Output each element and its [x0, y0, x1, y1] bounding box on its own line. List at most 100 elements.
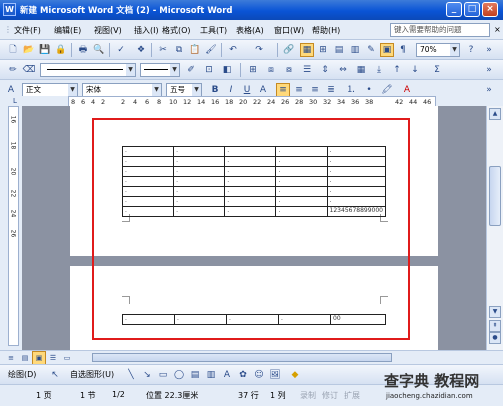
autoshapes-menu[interactable]: 自选图形(U): [70, 369, 114, 380]
align-icon[interactable]: ☰: [300, 63, 314, 77]
wordart-icon[interactable]: A: [220, 368, 234, 382]
line-style-select[interactable]: ▼: [40, 63, 136, 77]
help-icon[interactable]: ?: [464, 43, 478, 57]
hscroll-thumb[interactable]: [92, 353, 392, 362]
document-map-icon[interactable]: ▣: [380, 43, 394, 57]
scroll-thumb[interactable]: [489, 166, 501, 226]
italic-button[interactable]: I: [224, 83, 238, 97]
border-color-icon[interactable]: ✐: [184, 63, 198, 77]
oval-tool-icon[interactable]: ◯: [172, 368, 186, 382]
chevron-down-icon[interactable]: ▼: [126, 64, 135, 76]
menu-help[interactable]: 帮助(H): [312, 25, 340, 36]
cut-icon[interactable]: ✂: [156, 43, 170, 57]
line-tool-icon[interactable]: ╲: [124, 368, 138, 382]
clipart-icon[interactable]: ☺: [252, 368, 266, 382]
print-layout-icon[interactable]: ▣: [32, 351, 46, 365]
chevron-down-icon[interactable]: ▼: [68, 84, 77, 96]
eraser-icon[interactable]: ⌫: [22, 63, 36, 77]
menu-close-doc-icon[interactable]: ×: [494, 25, 501, 34]
browse-object-icon[interactable]: ●: [489, 332, 501, 344]
line-weight-select[interactable]: ▼: [140, 63, 180, 77]
align-center-icon[interactable]: ≡: [292, 83, 306, 97]
zoom-select[interactable]: 70% ▼: [416, 43, 460, 57]
diagram-icon[interactable]: ✿: [236, 368, 250, 382]
permission-icon[interactable]: 🔒: [54, 43, 68, 57]
prev-page-icon[interactable]: ⇞: [489, 320, 501, 332]
bold-button[interactable]: B: [208, 83, 222, 97]
drawing-icon[interactable]: ✎: [364, 43, 378, 57]
status-ext[interactable]: 扩展: [344, 390, 360, 401]
copy-icon[interactable]: ⧉: [172, 43, 186, 57]
menu-view[interactable]: 视图(V): [94, 25, 122, 36]
font-color-icon[interactable]: A: [400, 83, 414, 97]
insert-table-icon-2[interactable]: ⊞: [246, 63, 260, 77]
style-select[interactable]: 正文 ▼: [22, 83, 78, 97]
distribute-rows-icon[interactable]: ⇕: [318, 63, 332, 77]
close-button[interactable]: ×: [482, 2, 498, 17]
menu-table[interactable]: 表格(A): [236, 25, 264, 36]
columns-icon[interactable]: ▥: [348, 43, 362, 57]
rectangle-tool-icon[interactable]: ▭: [156, 368, 170, 382]
merge-cells-icon[interactable]: ⧈: [264, 63, 278, 77]
textbox-tool-icon[interactable]: ▤: [188, 368, 202, 382]
draw-menu[interactable]: 绘图(D): [8, 369, 36, 380]
format-painter-icon[interactable]: 🖌: [204, 43, 218, 57]
insert-excel-icon[interactable]: ▤: [332, 43, 346, 57]
open-icon[interactable]: 📂: [22, 43, 36, 57]
menu-edit[interactable]: 编辑(E): [54, 25, 81, 36]
autosum-icon[interactable]: Σ: [430, 63, 444, 77]
outside-border-icon[interactable]: ⊡: [202, 63, 216, 77]
toolbar-options-icon[interactable]: »: [482, 43, 496, 57]
print-icon[interactable]: 🖶: [76, 43, 90, 57]
menu-window[interactable]: 窗口(W): [274, 25, 304, 36]
numbering-icon[interactable]: ⒈: [344, 83, 358, 97]
chevron-down-icon[interactable]: ▼: [192, 84, 201, 96]
sort-descending-icon[interactable]: ↓: [408, 63, 422, 77]
scroll-up-icon[interactable]: ▲: [489, 108, 501, 120]
align-right-icon[interactable]: ≡: [308, 83, 322, 97]
vertical-textbox-icon[interactable]: ▥: [204, 368, 218, 382]
horizontal-scrollbar[interactable]: ≡ ▤ ▣ ☰ ▭: [0, 350, 503, 365]
outline-view-icon[interactable]: ☰: [46, 351, 60, 365]
show-hide-icon[interactable]: ¶: [396, 43, 410, 57]
justify-icon[interactable]: ≣: [324, 83, 338, 97]
shading-color-icon[interactable]: ◧: [220, 63, 234, 77]
underline-button[interactable]: U: [240, 83, 254, 97]
chevron-down-icon[interactable]: ▼: [170, 64, 179, 76]
menu-file[interactable]: 文件(F): [14, 25, 41, 36]
toolbar-options-icon[interactable]: »: [482, 83, 496, 97]
maximize-button[interactable]: □: [464, 2, 480, 17]
text-direction-icon[interactable]: ⤓: [372, 63, 386, 77]
autoformat-icon[interactable]: ▦: [354, 63, 368, 77]
picture-icon[interactable]: 🖼: [268, 368, 282, 382]
reading-view-icon[interactable]: ▭: [60, 351, 74, 365]
new-document-icon[interactable]: 🗋: [6, 43, 20, 57]
fill-color-icon[interactable]: ◆: [288, 368, 302, 382]
align-left-icon[interactable]: ≡: [276, 83, 290, 97]
status-trk[interactable]: 修订: [322, 390, 338, 401]
chevron-down-icon[interactable]: ▼: [152, 84, 161, 96]
select-objects-icon[interactable]: ↖: [48, 368, 62, 382]
scroll-down-icon[interactable]: ▼: [489, 306, 501, 318]
web-view-icon[interactable]: ▤: [18, 351, 32, 365]
highlight-icon[interactable]: 🖍: [380, 83, 394, 97]
spelling-icon[interactable]: ✓: [114, 43, 128, 57]
help-search-input[interactable]: 键入需要帮助的问题: [390, 23, 490, 37]
minimize-button[interactable]: _: [446, 2, 462, 17]
insert-table-icon[interactable]: ⊞: [316, 43, 330, 57]
tables-borders-icon[interactable]: ▦: [300, 43, 314, 57]
normal-view-icon[interactable]: ≡: [4, 351, 18, 365]
hyperlink-icon[interactable]: 🔗: [282, 43, 296, 57]
toolbar-options-icon[interactable]: »: [482, 63, 496, 77]
vertical-scrollbar[interactable]: ▲ ▼ ⇞ ●: [486, 106, 503, 350]
word-app-icon[interactable]: W: [3, 3, 16, 16]
menu-format[interactable]: 格式(O): [162, 25, 191, 36]
bullets-icon[interactable]: •: [362, 83, 376, 97]
undo-icon[interactable]: ↶: [226, 43, 240, 57]
research-icon[interactable]: ❖: [134, 43, 148, 57]
font-select[interactable]: 宋体 ▼: [82, 83, 162, 97]
print-preview-icon[interactable]: 🔍: [92, 43, 106, 57]
draw-table-icon[interactable]: ✏: [6, 63, 20, 77]
char-border-button[interactable]: A: [256, 83, 270, 97]
chevron-down-icon[interactable]: ▼: [450, 44, 459, 56]
